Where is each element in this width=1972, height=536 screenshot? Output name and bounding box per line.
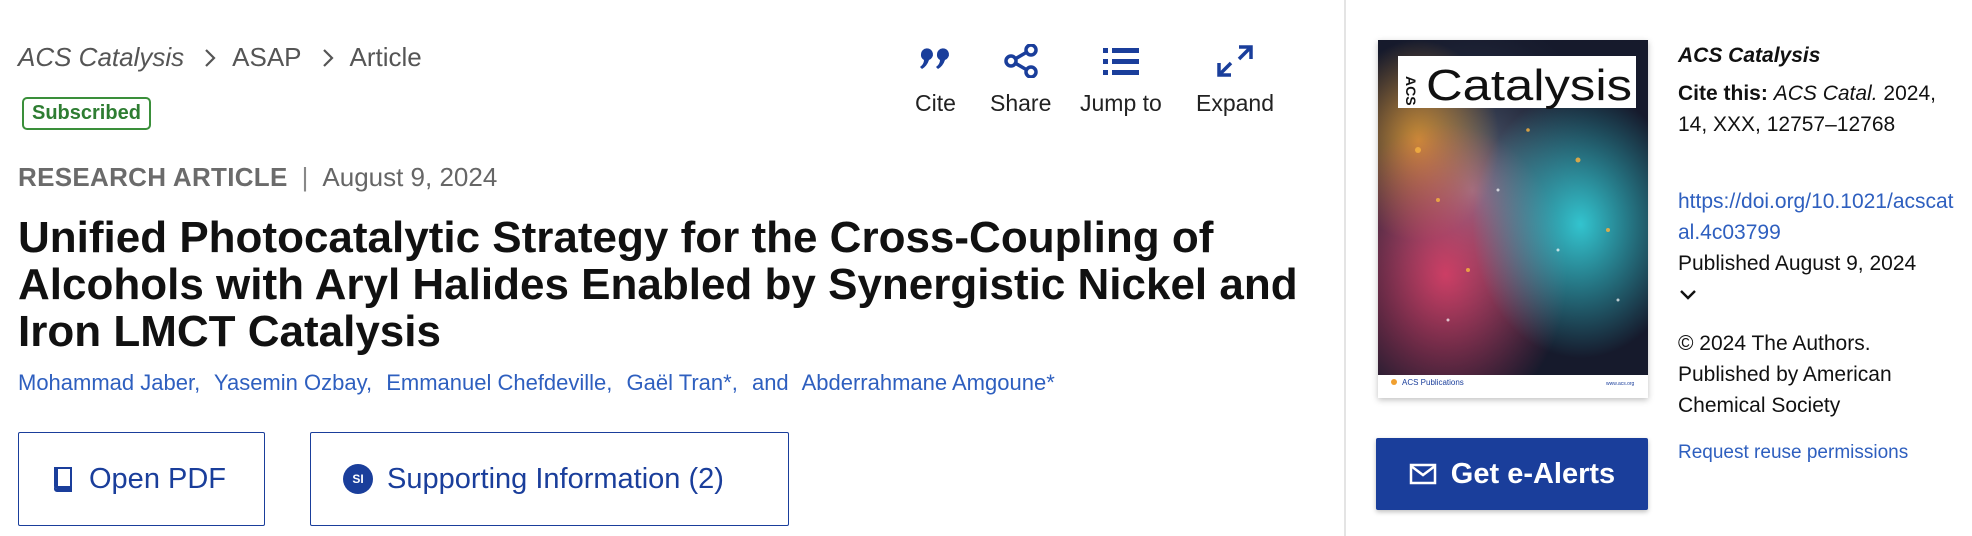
svg-text:ACS: ACS (1403, 76, 1419, 106)
share-icon (1003, 44, 1038, 78)
svg-text:www.acs.org: www.acs.org (1606, 381, 1635, 387)
get-alerts-label: Get e-Alerts (1450, 457, 1616, 490)
share-label: Share (990, 90, 1052, 116)
journal-cover[interactable]: ACS Catalysis ACS Publications www.acs.o… (1378, 40, 1648, 398)
reuse-permissions-link[interactable]: Request reuse permissions (1678, 437, 1908, 468)
quote-icon (920, 48, 950, 69)
meta-separator: | (301, 162, 309, 192)
supporting-info-label: Supporting Information (2) (387, 462, 724, 495)
open-pdf-label: Open PDF (89, 462, 226, 495)
get-alerts-button[interactable]: Get e-Alerts (1376, 438, 1648, 510)
share-button[interactable]: Share (990, 44, 1051, 117)
published-date: Published August 9, 2024 (1678, 252, 1917, 275)
subscribed-badge: Subscribed (22, 97, 151, 130)
copyright-notice: © 2024 The Authors. Published by America… (1678, 332, 1892, 417)
cite-button[interactable]: Cite (915, 44, 956, 117)
jump-to-label: Jump to (1080, 90, 1162, 116)
cite-label: Cite (915, 90, 956, 116)
author-link[interactable]: Abderrahmane Amgoune* (802, 370, 1055, 395)
book-icon (51, 464, 75, 494)
author-conjunction: and (751, 370, 789, 395)
svg-text:Catalysis: Catalysis (1426, 61, 1632, 110)
breadcrumb-journal[interactable]: ACS Catalysis (18, 42, 184, 73)
expand-icon (1217, 45, 1253, 77)
doi-link[interactable]: https://doi.org/10.1021/acscatal.4c03799 (1678, 186, 1964, 248)
article-meta: RESEARCH ARTICLE | August 9, 2024 (18, 162, 497, 193)
expand-label: Expand (1196, 90, 1275, 116)
breadcrumb-article: Article (349, 42, 422, 72)
sidebar-journal-name: ACS Catalysis (1678, 44, 1821, 67)
si-icon: SI (343, 464, 373, 494)
jump-to-button[interactable]: Jump to (1080, 44, 1162, 117)
article-date: August 9, 2024 (322, 162, 498, 192)
author-link[interactable]: Emmanuel Chefdeville, (386, 370, 612, 395)
article-title: Unified Photocatalytic Strategy for the … (18, 213, 1298, 356)
chevron-right-icon (322, 48, 334, 68)
author-link[interactable]: Yasemin Ozbay, (214, 370, 372, 395)
open-pdf-button[interactable]: Open PDF (18, 432, 265, 526)
author-link[interactable]: Gaël Tran*, (627, 370, 738, 395)
article-header: ACS Catalysis ASAP Article Subscribed Ci… (0, 0, 1344, 536)
author-link[interactable]: Mohammad Jaber, (18, 370, 200, 395)
cite-this-label: Cite this: (1678, 82, 1768, 105)
mail-icon (1409, 463, 1437, 485)
expand-button[interactable]: Expand (1196, 44, 1274, 117)
chevron-right-icon (204, 48, 216, 68)
chevron-down-icon[interactable] (1678, 288, 1698, 307)
column-divider (1344, 0, 1346, 536)
author-list: Mohammad Jaber, Yasemin Ozbay, Emmanuel … (18, 370, 1063, 396)
breadcrumb-asap[interactable]: ASAP (232, 42, 301, 73)
breadcrumb: ACS Catalysis ASAP Article (18, 42, 422, 73)
svg-text:ACS Publications: ACS Publications (1402, 378, 1464, 387)
cite-journal: ACS Catal. (1773, 82, 1878, 105)
supporting-info-button[interactable]: SI Supporting Information (2) (310, 432, 789, 526)
citation: Cite this: ACS Catal. 2024, 14, XXX, 127… (1678, 78, 1964, 140)
article-type: RESEARCH ARTICLE (18, 162, 288, 192)
list-icon (1102, 48, 1139, 75)
